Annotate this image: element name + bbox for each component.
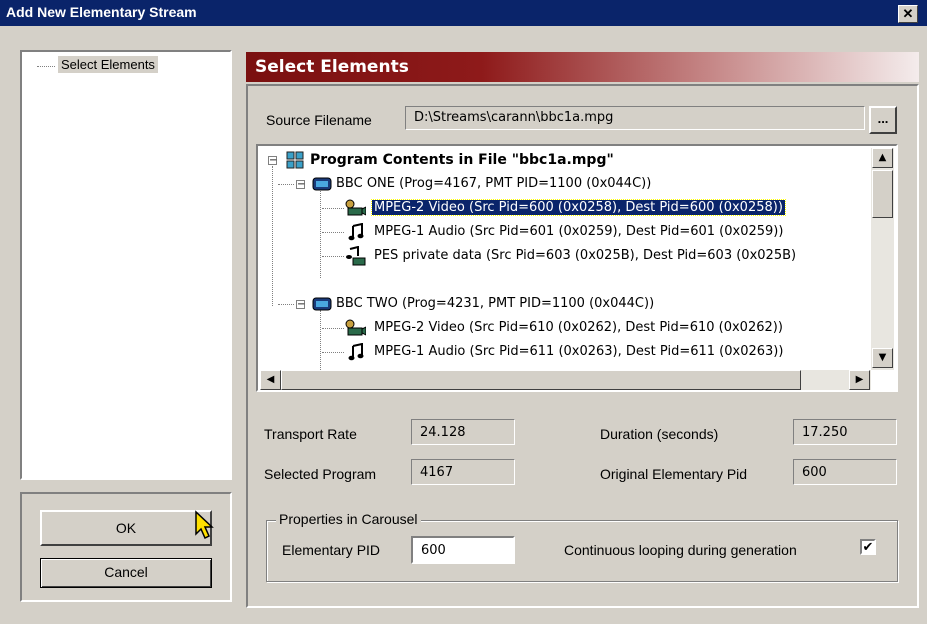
original-pid-label: Original Elementary Pid [600,466,748,482]
tree-item-program[interactable]: BBC ONE (Prog=4167, PMT PID=1100 (0x044C… [336,174,651,194]
tree-item-stream[interactable]: MPEG-2 Video (Src Pid=600 (0x0258), Dest… [371,198,786,218]
collapse-toggle[interactable]: − [296,300,305,310]
section-header: Select Elements [246,52,919,82]
tree-item-stream[interactable]: MPEG-1 Audio (Src Pid=611 (0x0263), Dest… [374,342,783,362]
cancel-button-label: Cancel [104,564,148,580]
close-button[interactable]: ✕ [898,5,918,23]
scroll-right-button[interactable]: ▶ [849,370,870,390]
section-title: Select Elements [255,57,409,77]
mouse-cursor-icon [195,510,214,540]
program-tree: − Program Contents in File "bbc1a.mpg" −… [256,144,898,392]
tree-line [322,208,344,209]
carousel-group-label: Properties in Carousel [276,511,421,527]
browse-button[interactable]: ... [869,106,897,134]
duration-label: Duration (seconds) [600,426,719,442]
tree-line [272,166,273,306]
window-title: Add New Elementary Stream [6,4,197,20]
tree-item-program[interactable]: BBC TWO (Prog=4231, PMT PID=1100 (0x044C… [336,294,654,314]
nav-item-select-elements[interactable]: Select Elements [58,56,158,73]
button-panel: OK Cancel [20,492,232,602]
continuous-looping-label: Continuous looping during generation [564,542,797,558]
tree-item-stream[interactable]: MPEG-1 Audio (Src Pid=601 (0x0259), Dest… [374,222,783,242]
tree-line [320,310,321,370]
video-camera-icon [345,319,366,336]
tree-line [322,328,344,329]
scroll-up-button[interactable]: ▲ [872,148,893,168]
elementary-pid-label: Elementary PID [282,542,381,558]
tree-line [278,184,294,185]
tree-line [320,178,321,278]
tv-icon [312,177,332,191]
tree-item-stream[interactable]: MPEG-2 Video (Src Pid=610 (0x0262), Dest… [374,318,783,338]
music-note-icon [348,223,364,241]
ok-button-label: OK [115,520,137,536]
transport-rate-field: 24.128 [411,419,515,445]
selected-program-label: Selected Program [264,466,377,482]
vertical-scroll-thumb[interactable] [872,170,893,218]
source-filename-field: D:\Streams\carann\bbc1a.mpg [405,106,865,130]
program-grid-icon [286,151,304,169]
ok-button[interactable]: OK [40,510,212,546]
music-note-icon [348,343,364,361]
tv-icon [312,297,332,311]
tree-line [322,352,344,353]
transport-rate-label: Transport Rate [264,426,357,442]
collapse-toggle[interactable]: − [296,180,305,190]
elementary-pid-input[interactable]: 600 [411,536,515,564]
data-icon [346,246,366,266]
original-pid-field: 600 [793,459,897,485]
horizontal-scroll-thumb[interactable] [281,370,801,390]
cancel-button[interactable]: Cancel [40,558,212,588]
selected-program-field: 4167 [411,459,515,485]
tree-connector [37,66,55,67]
scroll-down-button[interactable]: ▼ [872,348,893,368]
continuous-looping-checkbox[interactable]: ✔ [860,539,876,555]
vertical-scrollbar[interactable]: ▲ ▼ [871,148,894,370]
horizontal-scrollbar[interactable]: ◀ ▶ [260,370,871,390]
tree-item-stream[interactable]: PES private data (Src Pid=603 (0x025B), … [374,246,796,266]
browse-button-label: ... [877,111,889,126]
duration-field: 17.250 [793,419,897,445]
collapse-toggle[interactable]: − [268,156,277,166]
selected-stream-label: MPEG-2 Video (Src Pid=600 (0x0258), Dest… [371,199,786,216]
title-bar[interactable]: Add New Elementary Stream ✕ [0,0,927,26]
video-camera-icon [345,199,366,216]
nav-tree: Select Elements [20,50,232,480]
tree-root-label[interactable]: Program Contents in File "bbc1a.mpg" [310,150,614,170]
dialog-window: Add New Elementary Stream ✕ Select Eleme… [0,0,927,624]
tree-line [278,304,294,305]
source-filename-label: Source Filename [266,112,372,128]
tree-line [322,232,344,233]
scroll-left-button[interactable]: ◀ [260,370,281,390]
tree-line [322,256,344,257]
